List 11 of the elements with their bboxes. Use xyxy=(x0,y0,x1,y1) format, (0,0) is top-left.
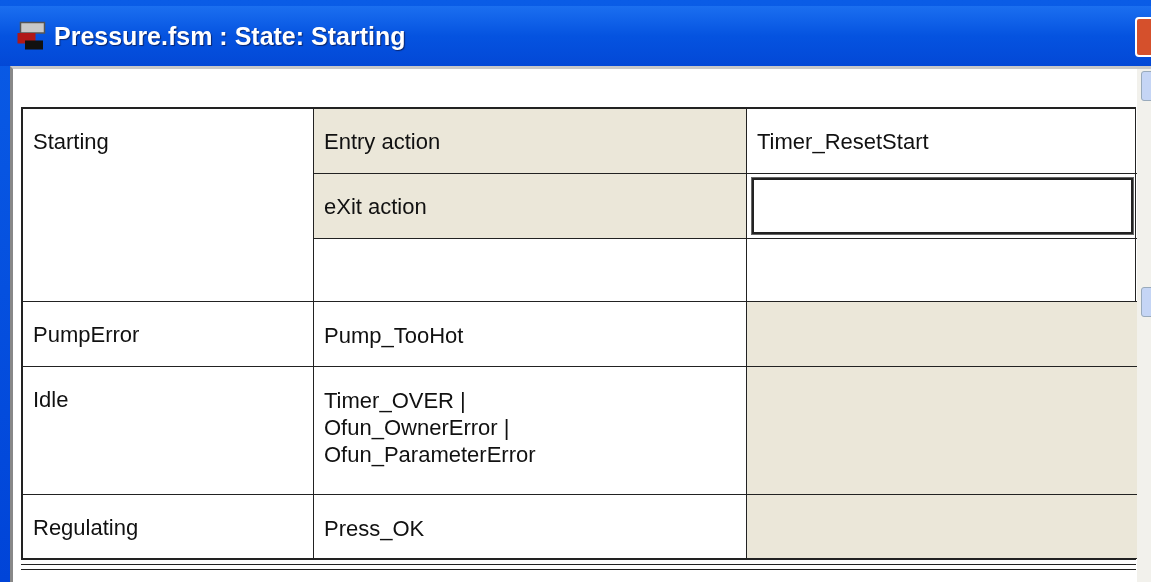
table-cell: Entry action xyxy=(314,109,747,174)
window-title: Pressure.fsm : State: Starting xyxy=(54,21,406,51)
app-icon xyxy=(16,21,46,51)
input-field[interactable] xyxy=(752,178,1133,234)
scrollbar[interactable] xyxy=(1137,69,1151,582)
table-cell: eXit action xyxy=(314,174,747,239)
table-cell: PumpError xyxy=(23,302,314,367)
scroll-button[interactable] xyxy=(1141,71,1151,101)
scroll-button[interactable] xyxy=(1141,287,1151,317)
table-cell: Regulating xyxy=(23,495,314,559)
table-cell: Idle xyxy=(23,367,314,495)
